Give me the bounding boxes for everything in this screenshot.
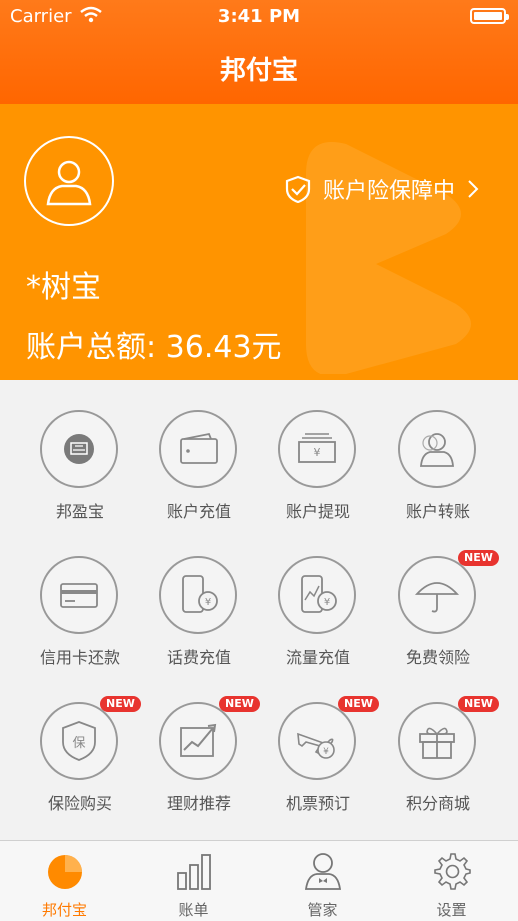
tab-settings[interactable]: 设置 [387,841,516,921]
service-bangyingbao[interactable]: 邦盈宝 [15,380,145,521]
service-account-transfer[interactable]: 账户转账 [373,380,503,521]
service-wealth-recommend[interactable]: NEW 理财推荐 [134,672,264,813]
service-points-mall[interactable]: NEW 积分商城 [373,672,503,813]
service-label: 账户提现 [285,502,350,521]
svg-text:¥: ¥ [324,597,330,608]
service-label: 机票预订 [285,794,350,813]
tab-label: 邦付宝 [41,901,87,919]
bar-chart-icon [177,854,211,890]
service-account-withdraw[interactable]: ¥ 账户提现 [253,380,383,521]
gear-icon [434,853,471,890]
service-label: 理财推荐 [166,794,231,813]
service-label: 保险购买 [47,794,112,813]
service-phone-topup[interactable]: ¥ 话费充值 [134,526,264,667]
status-bar: Carrier 3:41 PM [0,0,518,34]
svg-text:保: 保 [72,736,85,751]
service-data-topup[interactable]: ¥ 流量充值 [253,526,383,667]
service-flight-booking[interactable]: ¥ NEW 机票预订 [253,672,383,813]
service-label: 邦盈宝 [55,502,104,521]
service-account-recharge[interactable]: 账户充值 [134,380,264,521]
airplane-icon: ¥ [297,732,335,759]
tab-label: 设置 [436,901,467,919]
tab-home[interactable]: 邦付宝 [0,841,129,921]
avatar[interactable] [24,136,114,226]
brand-watermark-icon [306,142,471,374]
battery-icon [470,8,509,24]
shield-check-icon [285,175,311,203]
umbrella-icon [414,582,460,613]
credit-card-icon [60,583,98,608]
service-label: 积分商城 [405,794,470,813]
service-grid: 邦盈宝 账户充值 ¥ 账户提现 账户转账 信用卡还款 ¥ 话费充值 ¥ 流量充值… [0,380,518,840]
status-time: 3:41 PM [217,6,301,27]
svg-text:¥: ¥ [314,446,321,459]
protection-text: 账户险保障中 [323,179,456,204]
service-label: 账户充值 [166,502,231,521]
service-insurance-purchase[interactable]: 保 NEW 保险购买 [15,672,145,813]
new-badge: NEW [458,696,499,712]
service-label: 话费充值 [166,648,231,667]
trend-chart-icon [180,723,217,757]
piggy-bank-icon [64,434,94,464]
data-topup-icon: ¥ [301,575,337,613]
username: *树宝 [26,270,101,305]
service-free-insurance[interactable]: NEW 免费领险 [373,526,503,667]
account-balance: 账户总额: 36.43元 [26,330,282,365]
service-label: 账户转账 [405,502,470,521]
wallet-icon [180,432,218,464]
service-label: 流量充值 [285,648,350,667]
page-title: 邦付宝 [219,56,298,86]
service-label: 免费领险 [405,648,470,667]
user-icon [46,160,92,206]
chevron-right-icon [468,180,479,198]
home-pie-icon [48,855,82,889]
transfer-user-icon [420,433,454,467]
gift-icon [419,727,455,759]
top-bar: Carrier 3:41 PM 邦付宝 [0,0,518,104]
service-credit-card-repay[interactable]: 信用卡还款 [15,526,145,667]
account-protection-link[interactable]: 账户险保障中 [285,174,479,204]
phone-topup-icon: ¥ [182,575,218,613]
tab-butler[interactable]: 管家 [258,841,387,921]
cash-withdraw-icon: ¥ [298,433,336,463]
tab-bar: 邦付宝 账单 管家 设置 [0,840,518,921]
insurance-shield-icon: 保 [62,721,96,761]
tab-label: 管家 [307,901,338,919]
tab-bills[interactable]: 账单 [129,841,258,921]
svg-text:¥: ¥ [323,747,329,757]
new-badge: NEW [458,550,499,566]
service-label: 信用卡还款 [39,648,120,667]
account-banner: 账户险保障中 *树宝 账户总额: 36.43元 [0,104,518,380]
tab-label: 账单 [178,901,209,919]
butler-icon [304,853,342,890]
svg-text:¥: ¥ [205,597,211,608]
